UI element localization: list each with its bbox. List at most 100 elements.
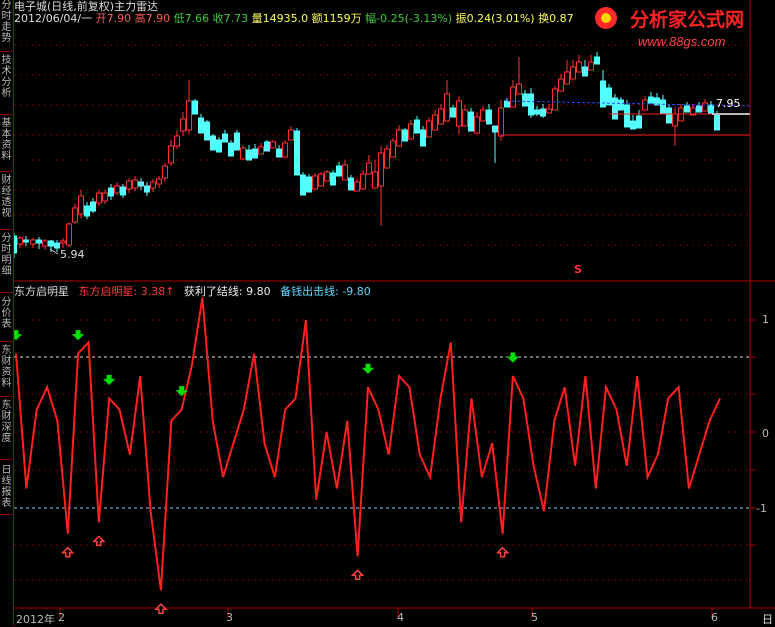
- candle-body-up: [516, 83, 522, 95]
- candle-body-up: [288, 129, 294, 141]
- candle-body-up: [426, 120, 432, 138]
- buy-signal-arrow: [92, 535, 106, 547]
- period-tab-day[interactable]: 日: [762, 611, 773, 627]
- candle-body-down: [336, 165, 342, 177]
- candle-body-up: [456, 100, 462, 127]
- candle-body-up: [186, 100, 192, 131]
- candle-body-down: [420, 129, 426, 147]
- sell-signal-arrow: [71, 330, 85, 341]
- candle-body-down: [696, 105, 702, 113]
- sell-arrow-shape: [506, 352, 520, 363]
- candle-body-up: [384, 148, 390, 169]
- indicator-name[interactable]: 东方启明星: [14, 285, 69, 298]
- candle-body-down: [504, 100, 510, 108]
- candle-body-down: [48, 240, 54, 247]
- buy-signal-arrow: [60, 546, 75, 558]
- candle-body-up: [510, 86, 516, 108]
- candle-body-up: [438, 108, 444, 125]
- candle-body-down: [222, 133, 228, 143]
- x-axis-month-3: 3: [226, 611, 233, 624]
- candle-body-up: [546, 108, 552, 114]
- candle-body-up: [576, 61, 582, 73]
- candle-body-up: [17, 237, 23, 245]
- candle-body-down: [708, 104, 714, 114]
- open-label: 开7.90: [95, 12, 132, 25]
- sell-arrow-shape: [71, 330, 85, 341]
- sidebar-tab-1[interactable]: 技术分析: [0, 55, 13, 115]
- x-axis-month-5: 5: [531, 611, 538, 624]
- candle-body-up: [642, 99, 648, 111]
- candle-body-down: [528, 93, 534, 116]
- sidebar-tab-8[interactable]: 日线报表: [0, 465, 13, 515]
- sidebar-tab-0[interactable]: 分时走势: [0, 0, 13, 52]
- candle-body-up: [312, 175, 318, 190]
- sell-signal-arrow: [102, 374, 116, 386]
- date-label: 2012/06/04/一: [14, 12, 93, 25]
- candle-body-down: [636, 115, 642, 129]
- change-label: 幅-0.25(-3.13%): [365, 12, 453, 25]
- y-axis-label-minus-1: -1: [756, 502, 767, 515]
- candle-body-up: [102, 192, 108, 202]
- candle-body-up: [498, 107, 504, 137]
- indicator-title-bar: 东方启明星 东方启明星: 3.38↑ 获利了结线: 9.80 备钱出击线: -9…: [14, 283, 371, 299]
- candle-body-down: [618, 99, 624, 111]
- candle-body-up: [396, 129, 402, 147]
- sidebar-tab-5[interactable]: 分价表: [0, 297, 13, 342]
- candle-body-down: [648, 96, 654, 104]
- candle-body-up: [324, 171, 330, 182]
- sidebar-tab-4[interactable]: 分时明细: [0, 233, 13, 293]
- candle-body-up: [180, 118, 186, 132]
- candlestick-group: [11, 52, 720, 258]
- candle-body-down: [120, 186, 126, 196]
- candle-body-down: [23, 239, 29, 243]
- candle-body-down: [264, 141, 270, 152]
- candle-body-up: [240, 147, 246, 160]
- logo-url: www.88gs.com: [638, 34, 726, 49]
- candle-body-up: [366, 162, 372, 175]
- candle-body-up: [702, 102, 708, 112]
- candle-body-up: [174, 135, 180, 147]
- candle-body-down: [660, 99, 666, 114]
- candle-body-down: [402, 129, 408, 142]
- sell-signal-arrow: [361, 363, 375, 374]
- close-label: 收7.73: [212, 12, 249, 25]
- candle-body-up: [72, 207, 78, 223]
- candle-body-down: [108, 187, 114, 197]
- candle-body-down: [540, 108, 546, 117]
- sidebar-tab-7[interactable]: 东财深度: [0, 400, 13, 460]
- candle-body-down: [630, 120, 636, 130]
- buy-signal-arrow: [154, 603, 168, 614]
- candle-body-up: [318, 173, 324, 187]
- sidebar-tab-6[interactable]: 东财资料: [0, 345, 13, 397]
- candle-body-up: [126, 180, 132, 190]
- candle-body-up: [342, 164, 348, 181]
- sell-arrow-shape: [102, 374, 116, 386]
- logo: 分析家公式网: [630, 10, 745, 31]
- candle-body-down: [234, 132, 240, 151]
- candle-body-up: [672, 113, 678, 127]
- candle-body-up: [270, 141, 276, 149]
- buy-arrow-shape: [495, 546, 510, 558]
- sidebar-tab-2[interactable]: 基本资料: [0, 118, 13, 172]
- sidebar: 分时走势技术分析基本资料财经透视分时明细分价表东财资料东财深度日线报表: [0, 0, 14, 626]
- candle-body-up: [162, 165, 168, 179]
- candle-body-down: [138, 181, 144, 187]
- candle-body-down: [84, 205, 90, 217]
- candle-body-down: [300, 174, 306, 196]
- high-label: 高7.90: [134, 12, 171, 25]
- low-price-label: 5.94: [60, 248, 85, 261]
- buy-signal-arrow: [495, 546, 510, 558]
- candle-body-down: [534, 109, 540, 115]
- candle-body-down: [216, 139, 222, 153]
- buy-arrow-shape: [350, 569, 365, 581]
- candle-body-down: [228, 142, 234, 157]
- candle-body-up: [258, 146, 264, 155]
- last-price-label: 7.95: [716, 97, 741, 110]
- candle-body-up: [132, 179, 138, 189]
- candle-body-up: [474, 116, 480, 134]
- sidebar-tab-3[interactable]: 财经透视: [0, 175, 13, 230]
- candle-body-up: [570, 66, 576, 80]
- candle-body-down: [36, 239, 42, 244]
- candle-body-up: [552, 88, 558, 111]
- candle-body-up: [150, 181, 156, 189]
